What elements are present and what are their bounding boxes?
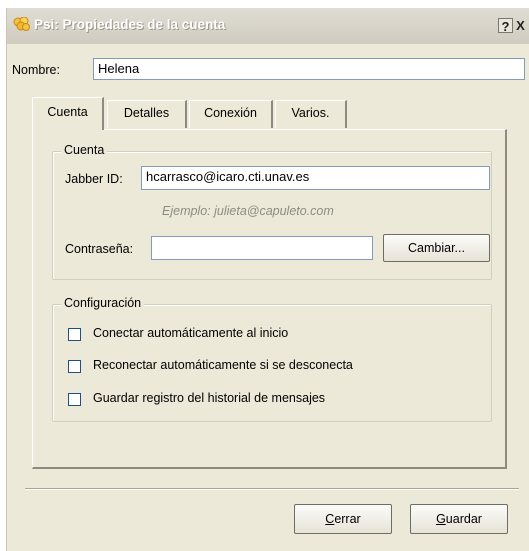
close-icon[interactable]: X xyxy=(513,18,528,33)
jid-label: Jabber ID: xyxy=(65,172,123,186)
close-button[interactable]: Cerrar xyxy=(294,504,392,534)
config-group: Configuración Conectar automáticamente a… xyxy=(52,296,492,422)
psi-flower-icon xyxy=(13,16,31,33)
name-label: Nombre: xyxy=(12,63,60,77)
password-input[interactable] xyxy=(151,236,373,260)
account-group-title: Cuenta xyxy=(61,143,108,157)
tab-detalles[interactable]: Detalles xyxy=(107,100,187,128)
name-input[interactable]: Helena xyxy=(93,58,525,80)
autoreconnect-label: Reconectar automáticamente si se descone… xyxy=(93,358,353,372)
jid-hint: Ejemplo: julieta@capuleto.com xyxy=(162,204,334,218)
tab-varios[interactable]: Varios. xyxy=(275,100,347,128)
tab-conexion[interactable]: Conexión xyxy=(189,100,273,128)
tab-cuenta[interactable]: Cuenta xyxy=(32,97,104,130)
close-button-label: Cerrar xyxy=(325,512,361,526)
tab-panel-cuenta: Cuenta Jabber ID: hcarrasco@icaro.cti.un… xyxy=(32,129,507,469)
save-button[interactable]: Guardar xyxy=(410,504,508,534)
account-group: Cuenta Jabber ID: hcarrasco@icaro.cti.un… xyxy=(52,143,492,280)
autoreconnect-checkbox[interactable] xyxy=(68,360,81,373)
footer-separator xyxy=(25,488,519,490)
log-history-label: Guardar registro del historial de mensaj… xyxy=(93,391,326,405)
config-group-title: Configuración xyxy=(61,296,145,310)
change-password-button[interactable]: Cambiar... xyxy=(383,234,490,262)
log-history-checkbox[interactable] xyxy=(68,393,81,406)
autoconnect-label: Conectar automáticamente al inicio xyxy=(93,326,289,340)
account-properties-dialog: Psi: Propiedades de la cuenta ? X Nombre… xyxy=(6,8,529,551)
save-button-label: Guardar xyxy=(436,512,482,526)
jid-input[interactable]: hcarrasco@icaro.cti.unav.es xyxy=(141,166,490,190)
password-label: Contraseña: xyxy=(65,242,134,256)
title-bar[interactable]: Psi: Propiedades de la cuenta ? X xyxy=(7,8,529,44)
help-button[interactable]: ? xyxy=(498,18,513,34)
autoconnect-checkbox[interactable] xyxy=(68,328,81,341)
window-title: Psi: Propiedades de la cuenta xyxy=(34,17,226,32)
